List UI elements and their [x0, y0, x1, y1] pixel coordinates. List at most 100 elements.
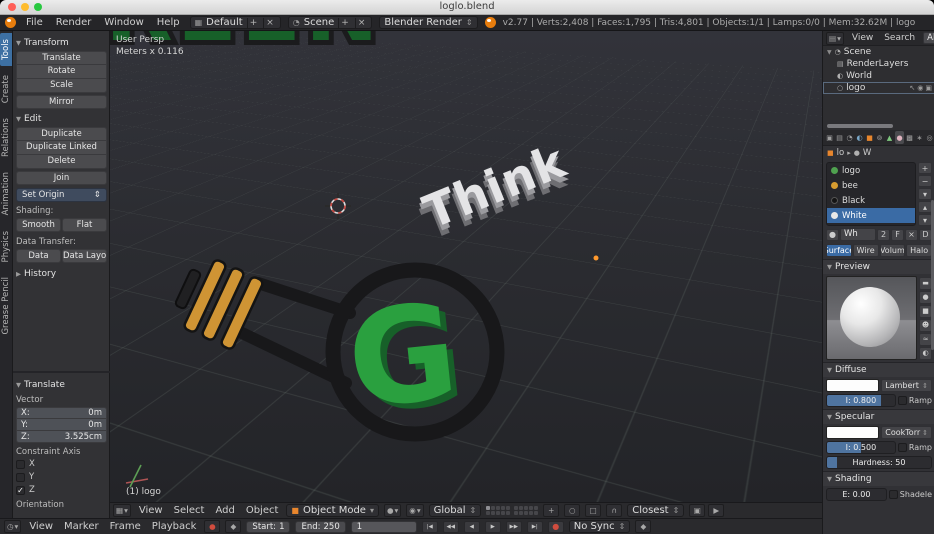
snap-element-select[interactable]: Closest ⇕ [627, 504, 684, 517]
jump-to-start-button[interactable]: |◀ [422, 521, 438, 533]
menu-select[interactable]: Select [171, 505, 208, 516]
join-button[interactable]: Join [16, 171, 107, 185]
menu-object[interactable]: Object [243, 505, 282, 516]
restrict-render-icon[interactable]: ▣ [925, 84, 932, 92]
layer-cell[interactable] [501, 506, 505, 510]
layer-cell[interactable] [519, 506, 523, 510]
layer-cell[interactable] [514, 511, 518, 515]
outliner-row-world[interactable]: ◐ World [823, 70, 934, 82]
layer-cell[interactable] [506, 511, 510, 515]
mirror-button[interactable]: Mirror [16, 95, 107, 109]
data-layout-transfer-button[interactable]: Data Layo [62, 249, 107, 263]
jump-to-end-button[interactable]: ▶| [527, 521, 543, 533]
panel-header-history[interactable]: ▶ History [16, 267, 107, 280]
tab-grease-pencil[interactable]: Grease Pencil [0, 271, 12, 341]
render-engine-select[interactable]: Blender Render ⇕ [379, 16, 477, 29]
layer-cell[interactable] [524, 511, 528, 515]
specular-panel-header[interactable]: ▼ Specular [823, 410, 934, 424]
scale-button[interactable]: Scale [16, 79, 107, 93]
menu-marker[interactable]: Marker [61, 521, 102, 532]
type-halo-button[interactable]: Halo [906, 244, 932, 257]
emit-slider[interactable]: E: 0.00 [826, 488, 887, 501]
delete-scene-button[interactable]: × [355, 18, 368, 28]
tab-physics[interactable]: Physics [0, 225, 12, 268]
layer-cell[interactable] [496, 506, 500, 510]
snap-toggle-button[interactable]: ∩ [606, 504, 622, 517]
outliner-filter-select[interactable]: All Sce [923, 32, 934, 44]
layer-cell[interactable] [529, 511, 533, 515]
scene-browse-icon[interactable]: ◔ [293, 18, 300, 27]
tab-animation[interactable]: Animation [0, 166, 12, 221]
constraint-x-checkbox[interactable] [16, 460, 25, 469]
tab-texture-icon[interactable]: ▩ [905, 131, 914, 144]
tab-relations[interactable]: Relations [0, 112, 12, 163]
restrict-view-icon[interactable]: ◉ [917, 84, 923, 92]
menu-search-outliner[interactable]: Search [881, 33, 918, 43]
menu-playback[interactable]: Playback [149, 521, 200, 532]
3d-cursor[interactable] [325, 193, 351, 219]
constraint-z-checkbox[interactable]: ✓ [16, 486, 25, 495]
hardness-slider[interactable]: Hardness: 50 [826, 456, 932, 469]
current-frame-field[interactable]: 1 [351, 521, 417, 533]
keying-set-button[interactable]: ◆ [225, 520, 241, 533]
sync-mode-select[interactable]: No Sync ⇕ [569, 520, 631, 533]
material-slot-bee[interactable]: bee [827, 178, 915, 193]
specular-shader-select[interactable]: CookTorr ⇕ [881, 426, 932, 439]
diffuse-intensity-slider[interactable]: I: 0.800 [826, 394, 896, 407]
viewport-shading-button[interactable]: ● ▾ [384, 504, 401, 517]
set-origin-menu[interactable]: Set Origin ⇕ [16, 188, 107, 202]
translate-button[interactable]: Translate [16, 51, 107, 65]
menu-add[interactable]: Add [212, 505, 237, 516]
outliner-row-scene[interactable]: ▼ ◔ Scene [823, 46, 934, 58]
preview-panel-header[interactable]: ▼ Preview [823, 260, 934, 274]
material-users-button[interactable]: 2 [877, 229, 890, 241]
layer-cell[interactable] [491, 506, 495, 510]
type-volume-button[interactable]: Volum [880, 244, 906, 257]
timeline-editor-type-button[interactable]: ◷ ▾ [4, 520, 21, 533]
opengl-render-anim-button[interactable]: ▶ [708, 504, 724, 517]
tab-object-data-icon[interactable]: ▲ [885, 131, 894, 144]
layer-cell[interactable] [501, 511, 505, 515]
material-slot-white[interactable]: White [827, 208, 915, 223]
layer-cell[interactable] [534, 511, 538, 515]
mode-select[interactable]: ■ Object Mode ▾ [286, 504, 379, 517]
add-slot-button[interactable]: + [918, 162, 932, 174]
type-surface-button[interactable]: Surface [826, 244, 852, 257]
outliner-scrollbar[interactable] [827, 124, 893, 128]
outliner-row-logo[interactable]: ○ logo ↖ ◉ ▣ [823, 82, 934, 94]
panel-header-transform[interactable]: ▼ Transform [16, 36, 107, 49]
shade-flat-button[interactable]: Flat [62, 218, 107, 232]
data-transfer-button[interactable]: Data [16, 249, 61, 263]
material-name-field[interactable]: Wh [840, 228, 876, 241]
delete-layout-button[interactable]: × [263, 18, 276, 28]
browse-material-button[interactable]: ● [826, 229, 839, 241]
play-button[interactable]: ▶ [485, 521, 501, 533]
scene-selector[interactable]: ◔ Scene + × [288, 16, 373, 29]
menu-view-outliner[interactable]: View [849, 33, 876, 43]
transform-orientation-select[interactable]: Global ⇕ [429, 504, 482, 517]
menu-file[interactable]: File [23, 17, 46, 28]
diffuse-panel-header[interactable]: ▼ Diffuse [823, 363, 934, 377]
specular-intensity-slider[interactable]: I: 0.500 [826, 441, 896, 454]
play-reverse-button[interactable]: ◀ [464, 521, 480, 533]
specular-ramp-checkbox[interactable] [898, 443, 907, 452]
object-origin-dot[interactable] [594, 256, 599, 261]
next-keyframe-button[interactable]: ▶▶ [506, 521, 522, 533]
tab-render-icon[interactable]: ▣ [825, 131, 834, 144]
logo-text-think[interactable]: Think Think Think [411, 133, 577, 250]
diffuse-color-swatch[interactable] [826, 379, 879, 392]
manipulator-scale-button[interactable]: □ [585, 504, 601, 517]
screen-layout-selector[interactable]: ▦ Default + × [190, 16, 281, 29]
diffuse-shader-select[interactable]: Lambert ⇕ [881, 379, 932, 392]
panel-header-edit[interactable]: ▼ Edit [16, 112, 107, 125]
panel-header-translate[interactable]: ▼ Translate [16, 378, 107, 391]
tab-modifiers-icon[interactable]: ⊚ [875, 131, 884, 144]
fake-user-button[interactable]: F [891, 229, 904, 241]
layer-cell[interactable] [524, 506, 528, 510]
menu-frame[interactable]: Frame [107, 521, 144, 532]
shading-panel-header[interactable]: ▼ Shading [823, 472, 934, 486]
move-slot-up-button[interactable]: ▴ [918, 201, 932, 213]
duplicate-button[interactable]: Duplicate [16, 127, 107, 141]
auto-keyframe-button[interactable]: ● [204, 520, 220, 533]
menu-view[interactable]: View [136, 505, 166, 516]
